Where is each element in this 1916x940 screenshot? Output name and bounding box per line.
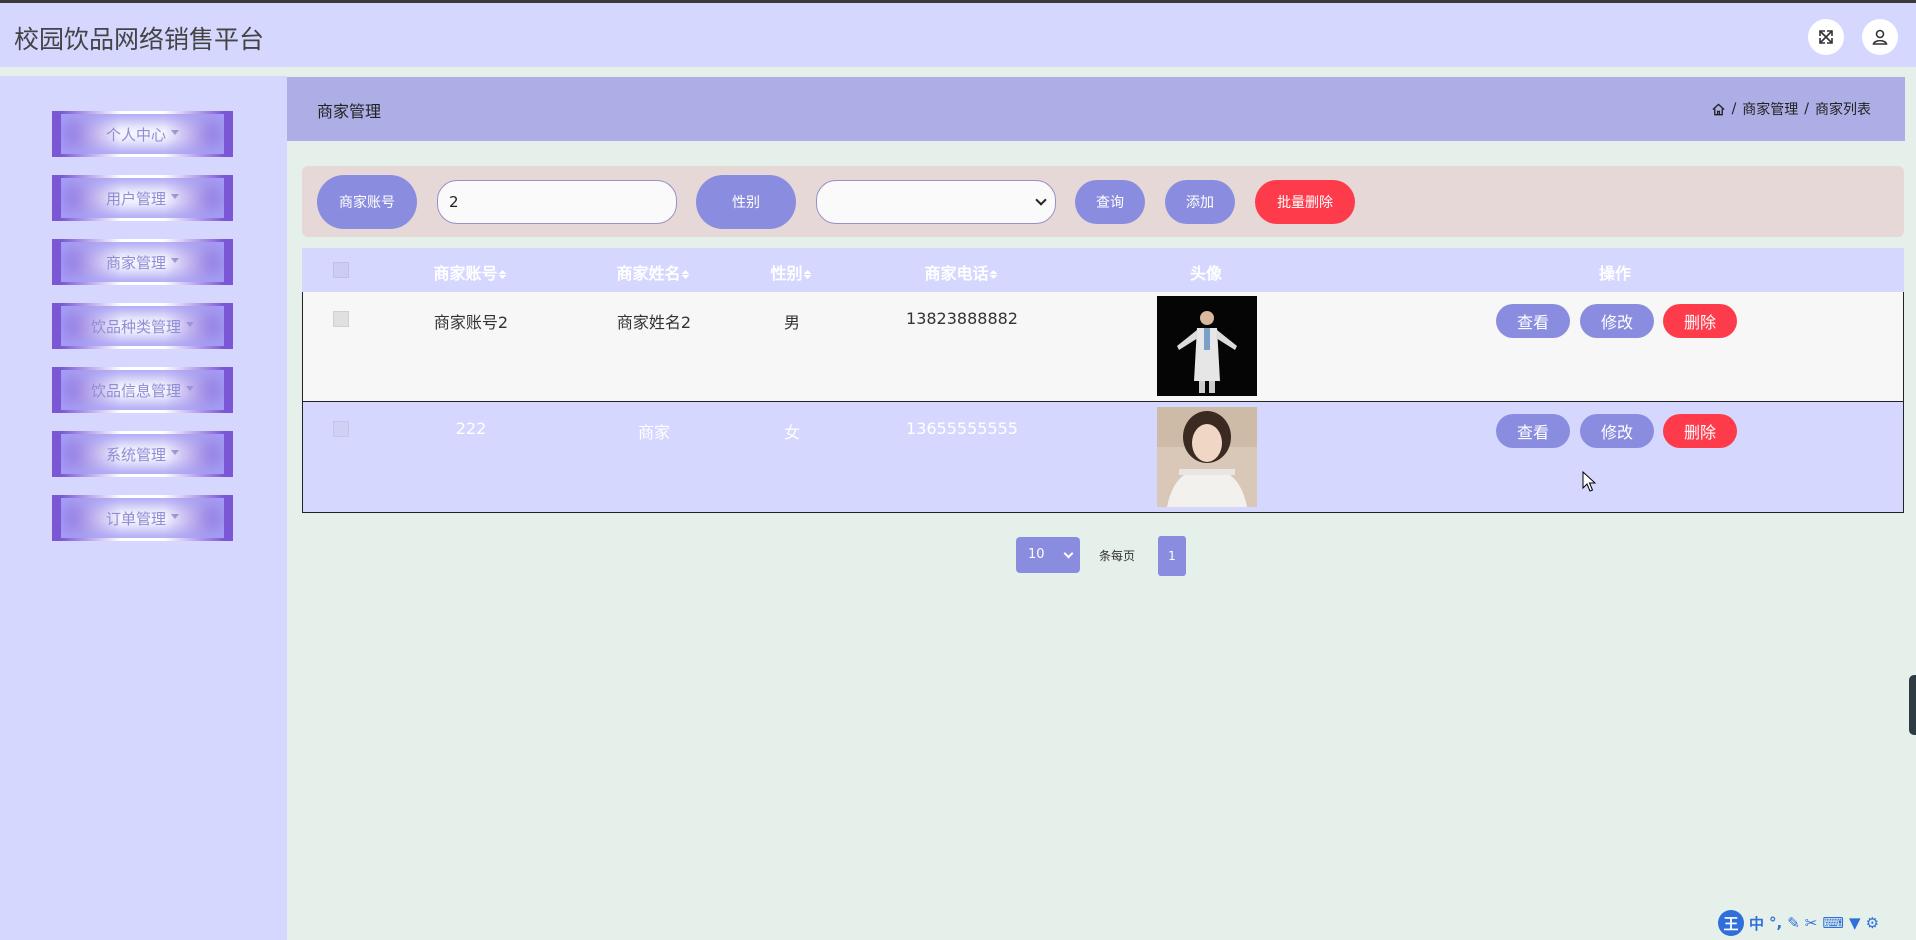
breadcrumb-item[interactable]: 商家管理 xyxy=(1742,99,1798,119)
avatar xyxy=(1157,407,1257,507)
sidebar-item-label: 订单管理 xyxy=(105,509,166,528)
sort-icon[interactable] xyxy=(989,270,998,279)
cell-phone: 13823888882 xyxy=(906,309,1018,328)
sidebar-item-order-management[interactable]: 订单管理 xyxy=(52,495,233,541)
sort-icon[interactable] xyxy=(681,270,690,279)
cell-gender: 男 xyxy=(783,313,801,332)
page-title: 商家管理 xyxy=(317,102,382,121)
column-header-label: 商家账号 xyxy=(433,264,498,283)
table-header: 商家账号 商家姓名 性别 商家电话 头像 操作 xyxy=(302,248,1904,292)
column-header-label: 性别 xyxy=(770,264,803,283)
sidebar-item-merchant-management[interactable]: 商家管理 xyxy=(52,239,233,285)
ime-toolbar: 王 中 °, ✎ ✂ ⌨ ▼ ⚙ xyxy=(1718,908,1879,938)
sidebar-item-personal-center[interactable]: 个人中心 xyxy=(52,111,233,157)
content-header: 商家管理 / 商家管理 / 商家列表 xyxy=(287,77,1905,141)
row-checkbox[interactable] xyxy=(333,311,349,327)
column-header-phone[interactable]: 商家电话 xyxy=(924,260,998,284)
account-label: 商家账号 xyxy=(317,175,417,229)
ime-logo-icon[interactable]: 王 xyxy=(1718,910,1744,936)
edit-button[interactable]: 修改 xyxy=(1580,414,1654,448)
settings-icon[interactable]: ⚙ xyxy=(1866,914,1879,932)
sort-icon[interactable] xyxy=(803,270,812,279)
batch-delete-button[interactable]: 批量删除 xyxy=(1255,180,1355,224)
column-header-label: 商家姓名 xyxy=(616,264,681,283)
caret-down-icon xyxy=(171,257,179,263)
select-all-checkbox[interactable] xyxy=(333,262,349,278)
account-search-input[interactable]: 2 xyxy=(437,180,677,224)
caret-down-icon xyxy=(171,513,179,519)
mouse-cursor-icon xyxy=(1582,471,1596,492)
sidebar-item-label: 饮品种类管理 xyxy=(90,317,181,336)
column-header-label: 商家电话 xyxy=(924,264,989,283)
page-size-value: 10 xyxy=(1028,547,1045,562)
home-icon[interactable] xyxy=(1711,102,1726,117)
breadcrumb-separator: / xyxy=(1804,101,1809,117)
breadcrumb-item-current: 商家列表 xyxy=(1815,102,1871,118)
sidebar-item-label: 饮品信息管理 xyxy=(90,381,181,400)
avatar xyxy=(1157,296,1257,396)
search-bar: 商家账号 2 性别 查询 添加 批量删除 xyxy=(302,166,1904,237)
pen-icon[interactable]: ✎ xyxy=(1787,914,1800,932)
edit-button[interactable]: 修改 xyxy=(1580,304,1654,338)
table-row: 222 商家 女 13655555555 查看 修改 删除 xyxy=(302,402,1904,513)
caret-down-icon xyxy=(171,193,179,199)
cell-name: 商家 xyxy=(637,423,671,442)
delete-button[interactable]: 删除 xyxy=(1663,414,1737,448)
sidebar-item-label: 系统管理 xyxy=(105,445,166,464)
delete-button[interactable]: 删除 xyxy=(1663,304,1737,338)
gender-select[interactable] xyxy=(816,180,1056,224)
cell-gender: 女 xyxy=(783,423,801,442)
page-size-select[interactable]: 10 xyxy=(1016,537,1080,573)
sidebar-item-label: 用户管理 xyxy=(105,189,166,208)
sidebar-item-drink-category-management[interactable]: 饮品种类管理 xyxy=(52,303,233,349)
caret-down-icon xyxy=(186,321,194,327)
cell-account: 商家账号2 xyxy=(433,313,509,332)
caret-down-icon xyxy=(171,129,179,135)
caret-down-icon xyxy=(186,385,194,391)
app-title: 校园饮品网络销售平台 xyxy=(14,25,265,54)
add-button[interactable]: 添加 xyxy=(1165,180,1235,224)
column-header-name[interactable]: 商家姓名 xyxy=(616,260,690,284)
sidebar-item-user-management[interactable]: 用户管理 xyxy=(52,175,233,221)
punctuation-icon[interactable]: °, xyxy=(1769,914,1782,932)
fullscreen-icon[interactable] xyxy=(1808,19,1844,55)
sidebar-item-drink-info-management[interactable]: 饮品信息管理 xyxy=(52,367,233,413)
cell-phone: 13655555555 xyxy=(906,419,1018,438)
breadcrumb-separator: / xyxy=(1731,101,1737,117)
sidebar-item-label: 商家管理 xyxy=(105,253,166,272)
sidebar-item-system-management[interactable]: 系统管理 xyxy=(52,431,233,477)
caret-down-icon xyxy=(171,449,179,455)
keyboard-icon[interactable]: ⌨ xyxy=(1822,914,1844,932)
side-widget-handle[interactable] xyxy=(1909,675,1916,735)
view-button[interactable]: 查看 xyxy=(1496,304,1570,338)
scissors-icon[interactable]: ✂ xyxy=(1805,914,1818,932)
gender-label: 性别 xyxy=(696,175,796,229)
skin-icon[interactable]: ▼ xyxy=(1849,914,1861,932)
cell-name: 商家姓名2 xyxy=(616,313,692,332)
column-header-account[interactable]: 商家账号 xyxy=(433,260,507,284)
view-button[interactable]: 查看 xyxy=(1496,414,1570,448)
chevron-down-icon xyxy=(1063,548,1074,559)
per-page-label: 条每页 xyxy=(1099,549,1136,563)
sort-icon[interactable] xyxy=(498,270,507,279)
column-header-actions: 操作 xyxy=(1598,264,1632,283)
query-button[interactable]: 查询 xyxy=(1075,180,1145,224)
page-number-current[interactable]: 1 xyxy=(1158,536,1186,576)
column-header-avatar: 头像 xyxy=(1189,264,1223,283)
sidebar: 个人中心 用户管理 商家管理 饮品种类管理 饮品信息管理 系统管理 订单管理 xyxy=(0,76,287,940)
breadcrumb: / 商家管理 / 商家列表 xyxy=(1711,99,1871,119)
row-checkbox[interactable] xyxy=(333,421,349,437)
ime-mode-toggle[interactable]: 中 xyxy=(1749,913,1764,934)
cell-account: 222 xyxy=(455,419,487,438)
user-icon[interactable] xyxy=(1862,19,1898,55)
chevron-down-icon xyxy=(1035,194,1047,206)
top-bar: 校园饮品网络销售平台 xyxy=(0,0,1916,67)
table-row: 商家账号2 商家姓名2 男 13823888882 查看 修改 删除 xyxy=(302,292,1904,402)
sidebar-item-label: 个人中心 xyxy=(105,125,166,144)
column-header-gender[interactable]: 性别 xyxy=(770,260,812,284)
